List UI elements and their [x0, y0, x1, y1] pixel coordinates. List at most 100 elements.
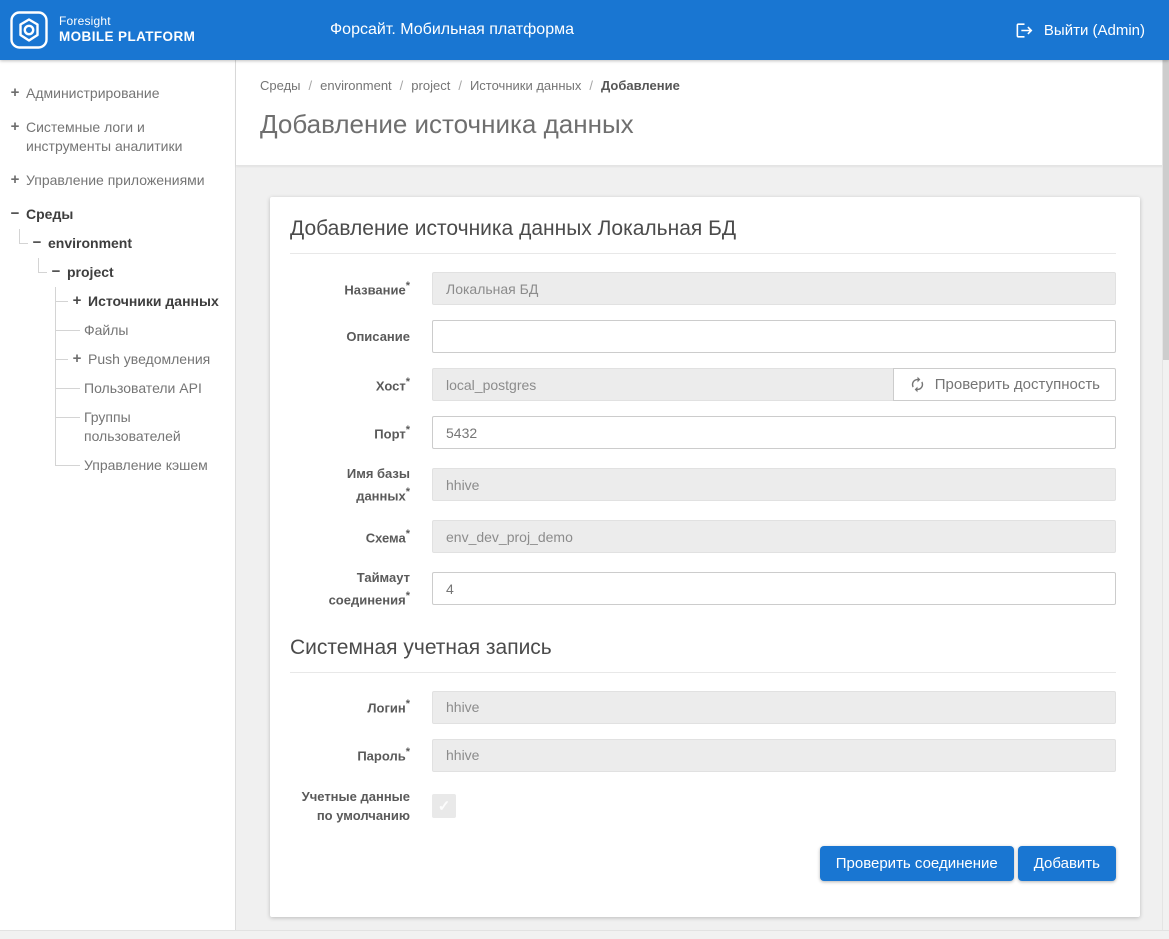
breadcrumb-item-current: Добавление — [600, 78, 680, 93]
login-input — [432, 690, 1116, 724]
required-mark: * — [405, 589, 410, 602]
page-title: Добавление источника данных — [260, 109, 634, 139]
sidebar-item-api-users[interactable]: Пользователи API — [0, 374, 235, 403]
sidebar-item-label: Администрирование — [26, 85, 160, 101]
checkbox-check-icon: ✓ — [437, 798, 451, 816]
description-input[interactable] — [432, 320, 1116, 353]
breadcrumb-separator: / — [399, 78, 404, 93]
add-button[interactable]: Добавить — [1017, 845, 1116, 881]
sidebar-item-system-logs[interactable]: + Системные логи и инструменты аналитики — [0, 113, 235, 161]
main-content: Среды / environment / project / Источник… — [236, 60, 1169, 939]
required-mark: * — [405, 485, 410, 498]
description-label: Описание — [346, 328, 410, 344]
required-mark: * — [405, 527, 410, 540]
breadcrumb-separator: / — [308, 78, 313, 93]
schema-input — [432, 520, 1116, 554]
connection-timeout-input[interactable] — [432, 572, 1116, 606]
sidebar-item-label: Группы пользователей — [84, 409, 181, 444]
host-input — [432, 368, 894, 401]
minus-icon: − — [32, 234, 42, 251]
breadcrumb-item-data-sources[interactable]: Источники данных — [470, 78, 581, 93]
page-header: Среды / environment / project / Источник… — [236, 60, 1169, 166]
sidebar-item-cache-management[interactable]: Управление кэшем — [0, 451, 235, 480]
breadcrumb-item-environments[interactable]: Среды — [260, 78, 301, 93]
logout-icon — [1016, 22, 1033, 38]
port-label: Порт* — [374, 423, 410, 441]
breadcrumb-item-project[interactable]: project — [411, 78, 450, 93]
name-label: Название* — [344, 279, 410, 297]
plus-icon: + — [72, 350, 82, 367]
password-input — [432, 738, 1116, 772]
name-input — [432, 272, 1116, 305]
add-data-source-form: Добавление источника данных Локальная БД… — [270, 197, 1140, 917]
field-row-password: Пароль* — [290, 738, 1116, 772]
required-mark: * — [405, 423, 410, 436]
sidebar-item-data-sources[interactable]: + Источники данных — [0, 287, 235, 316]
check-availability-label: Проверить доступность — [934, 376, 1100, 393]
field-row-schema: Схема* — [290, 520, 1116, 554]
sidebar-item-files[interactable]: Файлы — [0, 316, 235, 345]
sidebar-item-label: Управление приложениями — [26, 172, 205, 188]
required-mark: * — [405, 375, 410, 388]
required-mark: * — [405, 698, 410, 711]
sidebar-item-user-groups[interactable]: Группы пользователей — [0, 403, 235, 451]
brand-text: Foresight MOBILE PLATFORM — [59, 14, 195, 46]
port-input[interactable] — [432, 416, 1116, 449]
database-name-label: Имя базы данных* — [346, 466, 410, 503]
app-header: Foresight MOBILE PLATFORM Форсайт. Мобил… — [0, 0, 1169, 60]
logout-label: Выйти (Admin) — [1043, 21, 1145, 39]
default-credentials-label: Учетные данные по умолчанию — [301, 788, 410, 824]
field-row-description: Описание — [290, 320, 1116, 353]
foresight-logo-icon — [10, 11, 48, 49]
sidebar: + Администрирование + Системные логи и и… — [0, 60, 236, 939]
sidebar-item-push-notifications[interactable]: + Push уведомления — [0, 345, 235, 374]
sidebar-item-label: project — [67, 264, 114, 280]
brand-line2: MOBILE PLATFORM — [59, 29, 196, 45]
breadcrumb-separator: / — [589, 78, 593, 93]
sidebar-item-label: Управление кэшем — [84, 457, 208, 473]
field-row-default-credentials: Учетные данные по умолчанию ✓ — [290, 787, 1116, 826]
logout-button[interactable]: Выйти (Admin) — [1011, 15, 1149, 46]
sidebar-item-label: Пользователи API — [84, 380, 202, 396]
sidebar-item-administration[interactable]: + Администрирование — [0, 79, 235, 108]
sidebar-item-project[interactable]: − project — [0, 258, 235, 287]
minus-icon: − — [51, 263, 61, 280]
database-name-input — [432, 468, 1116, 502]
field-row-port: Порт* — [290, 416, 1116, 449]
plus-icon: + — [72, 292, 82, 309]
sidebar-item-label: environment — [48, 235, 133, 251]
field-row-database-name: Имя базы данных* — [290, 464, 1116, 505]
field-row-login: Логин* — [290, 690, 1116, 724]
required-mark: * — [405, 746, 410, 759]
plus-icon: + — [10, 84, 20, 101]
brand-line1: Foresight — [59, 14, 111, 29]
password-label: Пароль* — [357, 746, 410, 764]
sidebar-item-label: Среды — [26, 206, 74, 222]
host-label: Хост* — [375, 375, 410, 393]
required-mark: * — [405, 279, 410, 292]
sidebar-item-environments[interactable]: − Среды — [0, 200, 235, 229]
form-actions: Проверить соединение Добавить — [290, 845, 1116, 881]
connection-timeout-label: Таймаут соединения* — [328, 570, 410, 608]
breadcrumb: Среды / environment / project / Источник… — [260, 78, 1145, 93]
login-label: Логин* — [367, 698, 410, 716]
vertical-scrollbar[interactable] — [1162, 60, 1169, 930]
sidebar-item-label: Источники данных — [88, 293, 219, 309]
breadcrumb-separator: / — [458, 78, 462, 93]
check-availability-button[interactable]: Проверить доступность — [892, 368, 1116, 401]
horizontal-scrollbar[interactable] — [0, 930, 1169, 939]
sidebar-item-environment[interactable]: − environment — [0, 229, 235, 258]
sidebar-item-label: Файлы — [84, 322, 129, 338]
refresh-icon — [911, 376, 923, 393]
sidebar-item-label: Push уведомления — [88, 351, 211, 367]
sidebar-item-app-management[interactable]: + Управление приложениями — [0, 166, 235, 195]
field-row-connection-timeout: Таймаут соединения* — [290, 568, 1116, 609]
brand: Foresight MOBILE PLATFORM — [10, 11, 195, 49]
plus-icon: + — [10, 118, 20, 135]
check-connection-button[interactable]: Проверить соединение — [819, 845, 1014, 881]
minus-icon: − — [10, 205, 20, 222]
vertical-scrollbar-thumb[interactable] — [1163, 60, 1169, 360]
sidebar-item-label: Системные логи и инструменты аналитики — [26, 119, 183, 154]
navigation-tree: + Администрирование + Системные логи и и… — [0, 79, 235, 480]
breadcrumb-item-environment[interactable]: environment — [320, 78, 392, 93]
